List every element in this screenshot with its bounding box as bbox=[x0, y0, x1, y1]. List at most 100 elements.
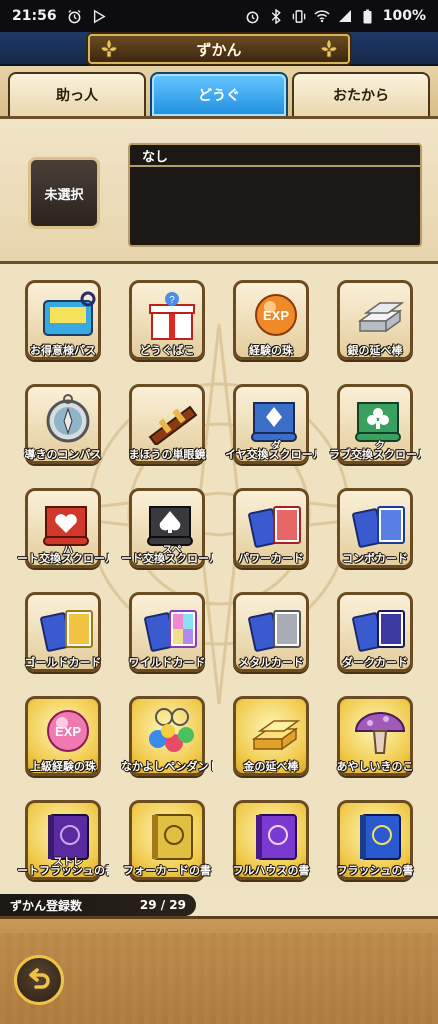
item-cell[interactable]: ハート交換スクロール bbox=[17, 488, 109, 588]
item-label: コンボカード bbox=[342, 552, 408, 565]
svg-text:EXP: EXP bbox=[55, 724, 81, 739]
item-cell[interactable]: ストレ ートフラッシュの書 bbox=[17, 800, 109, 892]
page-title: ずかん bbox=[196, 40, 242, 59]
high-exp-orb-icon: EXP bbox=[47, 710, 89, 752]
item-label: 銀の延べ棒 bbox=[347, 344, 403, 357]
gift-box-icon: ? bbox=[149, 292, 195, 340]
item-name-box: なし bbox=[128, 143, 422, 167]
status-bar: 21:56 100% bbox=[0, 0, 438, 32]
svg-text:EXP: EXP bbox=[263, 308, 289, 323]
item-description-box bbox=[128, 167, 422, 247]
item-cell[interactable]: 銀の延べ棒 bbox=[335, 280, 415, 380]
tab-helpers[interactable]: 助っ人 bbox=[8, 72, 146, 116]
item-label: フォーカードの書 bbox=[123, 864, 211, 877]
tab-treasures[interactable]: おたから bbox=[292, 72, 430, 116]
tab-tools[interactable]: どうぐ bbox=[150, 72, 288, 116]
item-cell[interactable]: EXP 経験の珠 bbox=[231, 280, 311, 380]
item-label: ワイルドカード bbox=[128, 656, 206, 669]
item-cell[interactable]: クラブ交換スクロール bbox=[329, 384, 421, 484]
silver-bar-icon bbox=[357, 302, 405, 333]
wild-card-icon bbox=[144, 610, 197, 652]
svg-text:?: ? bbox=[169, 295, 175, 306]
pendant-icon bbox=[149, 708, 194, 752]
item-cell[interactable]: メタルカード bbox=[231, 592, 311, 692]
item-name: なし bbox=[142, 149, 169, 165]
combo-card-icon bbox=[352, 506, 405, 548]
wifi-icon bbox=[314, 8, 330, 24]
wood-panel bbox=[0, 933, 438, 1024]
category-tabs: 助っ人 どうぐ おたから bbox=[0, 66, 438, 116]
item-label: パワーカード bbox=[238, 552, 304, 565]
item-label: 経験の珠 bbox=[249, 344, 293, 357]
item-cell[interactable]: フォーカードの書 bbox=[123, 800, 211, 892]
dark-card-icon bbox=[352, 610, 405, 652]
item-cell[interactable]: お得意様パス bbox=[23, 280, 103, 380]
flush-book-icon bbox=[360, 814, 401, 860]
selected-item-slot-label: 未選択 bbox=[44, 187, 84, 203]
item-label: ート交換スクロール bbox=[17, 552, 109, 565]
item-grid[interactable]: お得意様パス? どうぐばこ EXP 経験の珠 銀の延べ棒 導きのコンパス まほうの単眼鏡 ダイ… bbox=[0, 264, 438, 892]
item-label: ラブ交換スクロール bbox=[329, 448, 421, 461]
gold-bar-icon bbox=[251, 720, 301, 751]
selection-panel: 未選択 なし bbox=[0, 116, 438, 264]
telescope-icon bbox=[148, 405, 198, 445]
item-label: 金の延べ棒 bbox=[243, 760, 299, 773]
item-cell[interactable]: EXP 上級経験の珠 bbox=[23, 696, 103, 796]
item-cell[interactable]: あやしいきのこ bbox=[335, 696, 415, 796]
registration-count: 29 / 29 bbox=[139, 898, 186, 912]
play-store-icon bbox=[91, 8, 107, 24]
tab-helpers-label: 助っ人 bbox=[56, 88, 98, 104]
power-card-icon bbox=[248, 506, 301, 548]
signal-icon bbox=[337, 8, 353, 24]
item-label: なかよしペンダント bbox=[121, 760, 213, 773]
item-label: 上級経験の珠 bbox=[30, 760, 96, 773]
item-cell[interactable]: なかよしペンダント bbox=[121, 696, 213, 796]
back-button[interactable] bbox=[14, 955, 64, 1005]
item-label: まほうの単眼鏡 bbox=[128, 448, 206, 461]
alarm-icon-right bbox=[245, 8, 261, 24]
selected-item-slot[interactable]: 未選択 bbox=[28, 157, 100, 229]
item-label: フルハウスの書 bbox=[232, 864, 310, 877]
status-time: 21:56 bbox=[12, 8, 57, 24]
item-cell[interactable]: パワーカード bbox=[231, 488, 311, 588]
item-cell[interactable]: コンボカード bbox=[335, 488, 415, 588]
back-arrow-icon bbox=[29, 968, 50, 989]
item-cell[interactable]: フラッシュの書 bbox=[335, 800, 415, 892]
item-label: 導きのコンパス bbox=[24, 448, 102, 461]
item-cell[interactable]: 金の延べ棒 bbox=[231, 696, 311, 796]
item-cell[interactable]: ? どうぐばこ bbox=[127, 280, 207, 380]
gold-card-icon bbox=[40, 610, 93, 652]
item-cell[interactable]: フルハウスの書 bbox=[231, 800, 311, 892]
item-label: ゴールドカード bbox=[24, 656, 102, 669]
item-cell[interactable]: ダークカード bbox=[335, 592, 415, 692]
item-cell[interactable]: まほうの単眼鏡 bbox=[127, 384, 207, 484]
vibrate-icon bbox=[291, 8, 307, 24]
header: ずかん bbox=[0, 32, 438, 66]
metal-card-icon bbox=[248, 610, 301, 652]
bottom-bar bbox=[0, 916, 438, 1024]
full-house-book-icon bbox=[256, 814, 297, 860]
item-label: ダークカード bbox=[342, 656, 408, 669]
tab-treasures-label: おたから bbox=[333, 88, 389, 104]
item-cell[interactable]: ゴールドカード bbox=[23, 592, 103, 692]
item-cell[interactable]: 導きのコンパス bbox=[23, 384, 103, 484]
item-label: ートフラッシュの書 bbox=[17, 864, 109, 877]
item-label: あやしいきのこ bbox=[336, 760, 414, 773]
item-label: イヤ交換スクロール bbox=[225, 448, 317, 461]
tab-tools-label: どうぐ bbox=[198, 88, 240, 104]
registration-label: ずかん登録数 bbox=[10, 898, 83, 913]
pass-icon bbox=[43, 291, 96, 336]
battery-percent: 100% bbox=[382, 8, 426, 24]
item-cell[interactable]: ダイヤ交換スクロール bbox=[225, 384, 317, 484]
bluetooth-icon bbox=[268, 8, 284, 24]
item-label: メタルカード bbox=[238, 656, 304, 669]
item-label: どうぐばこ bbox=[139, 344, 195, 357]
fleur-de-lis-icon bbox=[100, 38, 118, 58]
page-title-plate: ずかん bbox=[88, 34, 350, 64]
compass-icon bbox=[46, 394, 90, 443]
item-cell[interactable]: スペ ード交換スクロール bbox=[121, 488, 213, 588]
battery-icon bbox=[360, 8, 376, 24]
mushroom-icon bbox=[354, 712, 406, 754]
item-cell[interactable]: ワイルドカード bbox=[127, 592, 207, 692]
exp-orb-icon: EXP bbox=[255, 294, 297, 336]
